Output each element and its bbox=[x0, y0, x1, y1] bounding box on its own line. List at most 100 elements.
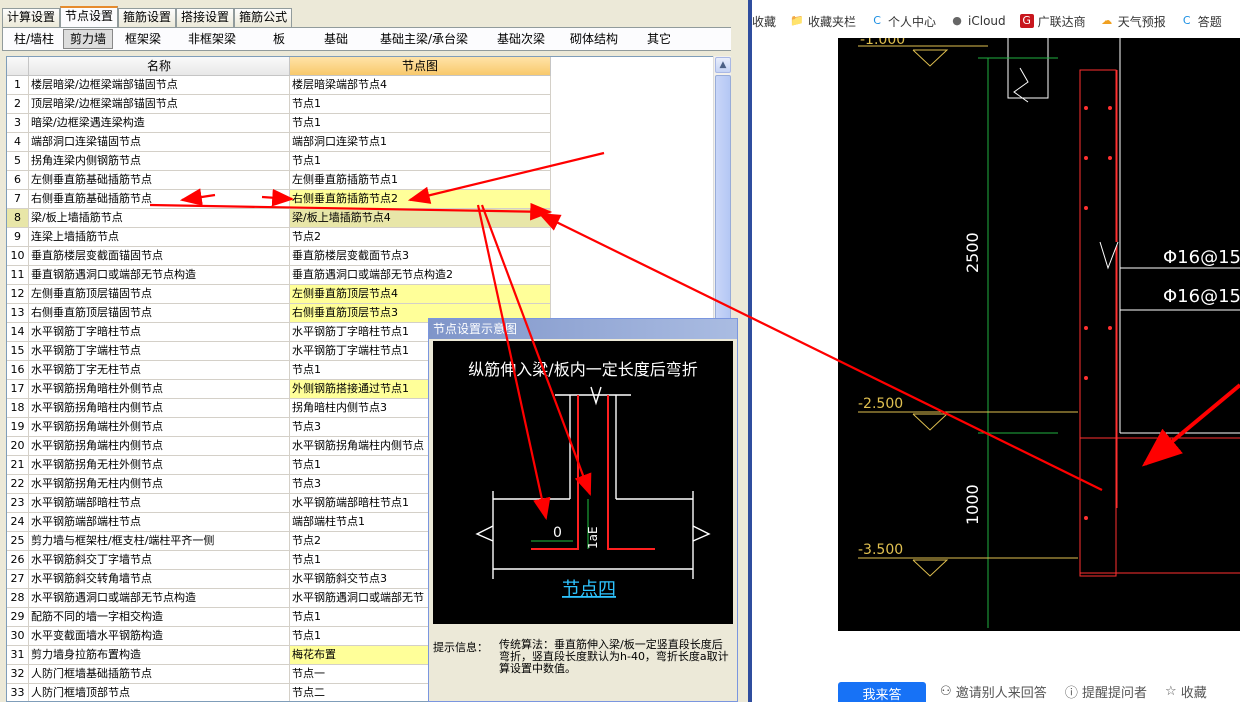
popup-title[interactable]: 节点设置示意图 bbox=[429, 319, 737, 339]
row-name-cell[interactable]: 右侧垂直筋顶层锚固节点 bbox=[29, 304, 290, 323]
row-node-cell[interactable]: 垂直筋遇洞口或端部无节点构造2 bbox=[290, 266, 551, 285]
sub-tab-9[interactable]: 其它 bbox=[629, 29, 689, 49]
row-name-cell[interactable]: 水平钢筋拐角暗柱内侧节点 bbox=[29, 399, 290, 418]
table-row[interactable]: 1 楼层暗梁/边框梁端部锚固节点 楼层暗梁端部节点4 bbox=[7, 76, 551, 95]
invite-link[interactable]: ⚇ 邀请别人来回答 bbox=[940, 682, 1047, 701]
bookmark-6[interactable]: C 答题 bbox=[1180, 13, 1222, 30]
row-node-cell[interactable]: 楼层暗梁端部节点4 bbox=[290, 76, 551, 95]
row-name-cell[interactable]: 人防门框墙基础插筋节点 bbox=[29, 665, 290, 684]
sub-tab-1[interactable]: 剪力墙 bbox=[63, 29, 113, 49]
row-index: 8 bbox=[7, 209, 29, 228]
rebar-lines bbox=[531, 395, 655, 550]
node-diagram-popup: 节点设置示意图 纵筋伸入梁/板内一定长度后弯折 0 1aE 节点四 提示信息： … bbox=[428, 318, 738, 702]
table-row[interactable]: 10 垂直筋楼层变截面锚固节点 垂直筋楼层变截面节点3 bbox=[7, 247, 551, 266]
row-name-cell[interactable]: 连梁上墙插筋节点 bbox=[29, 228, 290, 247]
invite-label: 邀请别人来回答 bbox=[955, 685, 1047, 701]
row-node-cell[interactable]: 梁/板上墙插筋节点4 bbox=[290, 209, 551, 228]
table-row[interactable]: 7 右侧垂直筋基础插筋节点 右侧垂直筋插筋节点2 bbox=[7, 190, 551, 209]
row-name-cell[interactable]: 水平钢筋拐角无柱内侧节点 bbox=[29, 475, 290, 494]
row-node-cell[interactable]: 右侧垂直筋插筋节点2 bbox=[290, 190, 551, 209]
row-name-cell[interactable]: 水平钢筋斜交转角墙节点 bbox=[29, 570, 290, 589]
node-diagram-svg: 纵筋伸入梁/板内一定长度后弯折 0 1aE 节点四 bbox=[468, 360, 711, 600]
row-name-cell[interactable]: 水平钢筋丁字暗柱节点 bbox=[29, 323, 290, 342]
row-name-cell[interactable]: 水平钢筋拐角暗柱外侧节点 bbox=[29, 380, 290, 399]
row-name-cell[interactable]: 梁/板上墙插筋节点 bbox=[29, 209, 290, 228]
row-node-cell[interactable]: 节点1 bbox=[290, 152, 551, 171]
tab-3[interactable]: 搭接设置 bbox=[176, 8, 235, 27]
tab-1[interactable]: 节点设置 bbox=[60, 6, 119, 27]
answer-button[interactable]: 我来答 bbox=[838, 682, 926, 702]
row-node-cell[interactable]: 端部洞口连梁节点1 bbox=[290, 133, 551, 152]
row-name-cell[interactable]: 拐角连梁内侧钢筋节点 bbox=[29, 152, 290, 171]
row-index: 12 bbox=[7, 285, 29, 304]
bookmark-3[interactable]: ● iCloud bbox=[950, 14, 1005, 28]
remind-link[interactable]: ⓘ 提醒提问者 bbox=[1065, 682, 1147, 701]
sub-tab-3[interactable]: 非框架梁 bbox=[173, 29, 251, 49]
collect-link[interactable]: ☆ 收藏 bbox=[1165, 682, 1207, 701]
sub-tab-4[interactable]: 板 bbox=[251, 29, 307, 49]
table-row[interactable]: 4 端部洞口连梁锚固节点 端部洞口连梁节点1 bbox=[7, 133, 551, 152]
tab-4[interactable]: 箍筋公式 bbox=[234, 8, 293, 27]
table-row[interactable]: 8 梁/板上墙插筋节点 梁/板上墙插筋节点4 bbox=[7, 209, 551, 228]
table-row[interactable]: 12 左侧垂直筋顶层锚固节点 左侧垂直筋顶层节点4 bbox=[7, 285, 551, 304]
row-name-cell[interactable]: 水平钢筋端部端柱节点 bbox=[29, 513, 290, 532]
node-diagram-canvas: 纵筋伸入梁/板内一定长度后弯折 0 1aE 节点四 bbox=[433, 341, 733, 624]
sub-tab-0[interactable]: 柱/墙柱 bbox=[5, 29, 63, 49]
bookmark-1[interactable]: 📁 收藏夹栏 bbox=[790, 13, 856, 30]
row-node-cell[interactable]: 垂直筋楼层变截面节点3 bbox=[290, 247, 551, 266]
bookmark-4[interactable]: G 广联达商 bbox=[1019, 13, 1086, 30]
row-name-cell[interactable]: 剪力墙身拉筋布置构造 bbox=[29, 646, 290, 665]
row-name-cell[interactable]: 垂直钢筋遇洞口或端部无节点构造 bbox=[29, 266, 290, 285]
sub-tab-6[interactable]: 基础主梁/承台梁 bbox=[365, 29, 483, 49]
grid-header: 名称 节点图 bbox=[7, 57, 719, 76]
row-name-cell[interactable]: 水平钢筋遇洞口或端部无节点构造 bbox=[29, 589, 290, 608]
bookmark-5[interactable]: ☁ 天气预报 bbox=[1100, 13, 1166, 30]
table-row[interactable]: 9 连梁上墙插筋节点 节点2 bbox=[7, 228, 551, 247]
row-node-cell[interactable]: 节点1 bbox=[290, 95, 551, 114]
row-name-cell[interactable]: 配筋不同的墙一字相交构造 bbox=[29, 608, 290, 627]
bookmark-0[interactable]: 收藏 bbox=[752, 13, 776, 30]
row-name-cell[interactable]: 顶层暗梁/边框梁端部锚固节点 bbox=[29, 95, 290, 114]
diagram-caption: 节点四 bbox=[562, 579, 616, 600]
row-index: 33 bbox=[7, 684, 29, 701]
tab-0[interactable]: 计算设置 bbox=[2, 8, 61, 27]
row-name-cell[interactable]: 端部洞口连梁锚固节点 bbox=[29, 133, 290, 152]
row-name-cell[interactable]: 左侧垂直筋顶层锚固节点 bbox=[29, 285, 290, 304]
row-name-cell[interactable]: 水平钢筋拐角端柱外侧节点 bbox=[29, 418, 290, 437]
header-name[interactable]: 名称 bbox=[29, 57, 290, 76]
row-name-cell[interactable]: 左侧垂直筋基础插筋节点 bbox=[29, 171, 290, 190]
row-name-cell[interactable]: 暗梁/边框梁遇连梁构造 bbox=[29, 114, 290, 133]
table-row[interactable]: 5 拐角连梁内侧钢筋节点 节点1 bbox=[7, 152, 551, 171]
table-row[interactable]: 11 垂直钢筋遇洞口或端部无节点构造 垂直筋遇洞口或端部无节点构造2 bbox=[7, 266, 551, 285]
sub-tab-7[interactable]: 基础次梁 bbox=[483, 29, 559, 49]
row-name-cell[interactable]: 剪力墙与框架柱/框支柱/端柱平齐一侧 bbox=[29, 532, 290, 551]
row-name-cell[interactable]: 水平钢筋拐角无柱外侧节点 bbox=[29, 456, 290, 475]
table-row[interactable]: 6 左侧垂直筋基础插筋节点 左侧垂直筋插筋节点1 bbox=[7, 171, 551, 190]
row-node-cell[interactable]: 节点1 bbox=[290, 114, 551, 133]
header-node-diagram[interactable]: 节点图 bbox=[290, 57, 551, 76]
row-name-cell[interactable]: 水平钢筋丁字无柱节点 bbox=[29, 361, 290, 380]
row-node-cell[interactable]: 节点2 bbox=[290, 228, 551, 247]
row-name-cell[interactable]: 水平钢筋拐角端柱内侧节点 bbox=[29, 437, 290, 456]
row-name-cell[interactable]: 水平钢筋斜交丁字墙节点 bbox=[29, 551, 290, 570]
table-row[interactable]: 2 顶层暗梁/边框梁端部锚固节点 节点1 bbox=[7, 95, 551, 114]
row-name-cell[interactable]: 楼层暗梁/边框梁端部锚固节点 bbox=[29, 76, 290, 95]
sub-tab-8[interactable]: 砌体结构 bbox=[559, 29, 629, 49]
row-name-cell[interactable]: 水平变截面墙水平钢筋构造 bbox=[29, 627, 290, 646]
row-node-cell[interactable]: 左侧垂直筋顶层节点4 bbox=[290, 285, 551, 304]
row-index: 30 bbox=[7, 627, 29, 646]
row-node-cell[interactable]: 左侧垂直筋插筋节点1 bbox=[290, 171, 551, 190]
table-row[interactable]: 3 暗梁/边框梁遇连梁构造 节点1 bbox=[7, 114, 551, 133]
row-name-cell[interactable]: 人防门框墙顶部节点 bbox=[29, 684, 290, 701]
sub-tab-2[interactable]: 框架梁 bbox=[113, 29, 173, 49]
sub-tab-5[interactable]: 基础 bbox=[307, 29, 365, 49]
apple-icon: ● bbox=[952, 14, 962, 27]
row-name-cell[interactable]: 垂直筋楼层变截面锚固节点 bbox=[29, 247, 290, 266]
tab-2[interactable]: 箍筋设置 bbox=[118, 8, 177, 27]
row-name-cell[interactable]: 右侧垂直筋基础插筋节点 bbox=[29, 190, 290, 209]
header-index bbox=[7, 57, 29, 76]
scroll-up-icon[interactable]: ▲ bbox=[715, 57, 731, 73]
row-name-cell[interactable]: 水平钢筋端部暗柱节点 bbox=[29, 494, 290, 513]
bookmark-2[interactable]: C 个人中心 bbox=[870, 13, 936, 30]
row-name-cell[interactable]: 水平钢筋丁字端柱节点 bbox=[29, 342, 290, 361]
